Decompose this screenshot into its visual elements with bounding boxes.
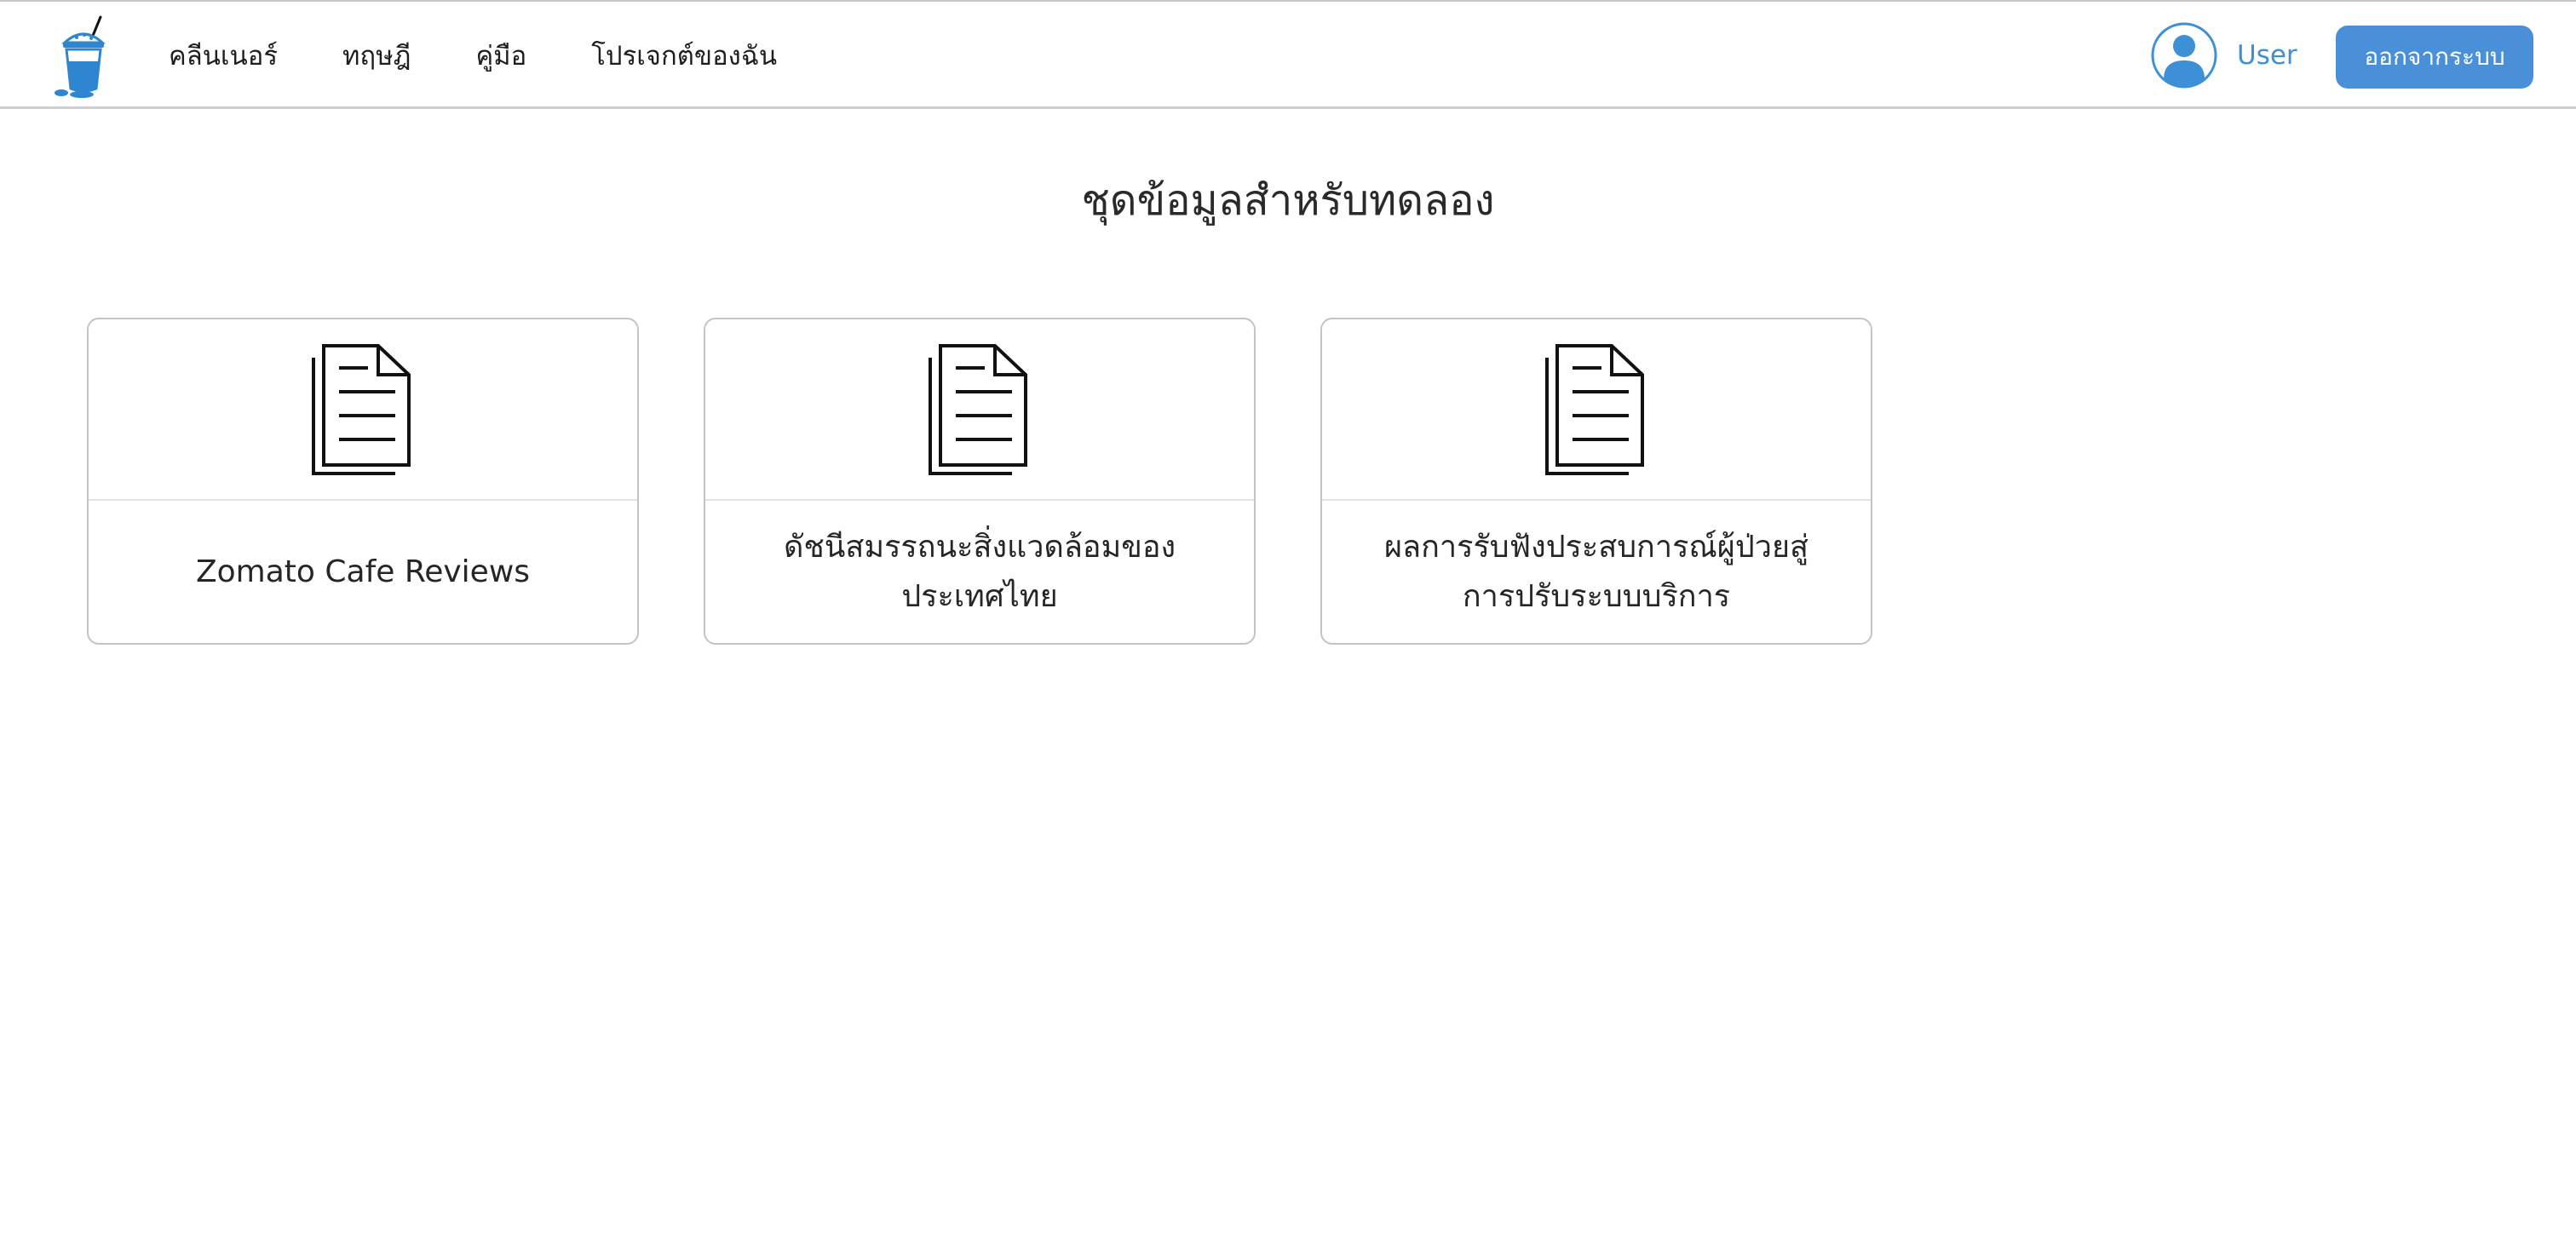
document-icon xyxy=(929,343,1027,475)
user-name: User xyxy=(2237,40,2297,71)
user-avatar-icon xyxy=(2151,22,2217,89)
dataset-card-environment-index[interactable]: ดัชนีสมรรถนะสิ่งแวดล้อมของประเทศไทย xyxy=(704,318,1256,645)
document-icon xyxy=(312,343,411,475)
card-icon-area xyxy=(705,319,1254,501)
card-icon-area xyxy=(1322,319,1871,501)
nav-link-my-projects[interactable]: โปรเจกต์ของฉัน xyxy=(591,34,777,77)
dataset-card-title: ดัชนีสมรรถนะสิ่งแวดล้อมของประเทศไทย xyxy=(783,529,1176,614)
main-nav: คลีนเนอร์ ทฤษฎี คู่มือ โปรเจกต์ของฉัน xyxy=(169,2,842,109)
nav-link-manual[interactable]: คู่มือ xyxy=(475,34,526,77)
logout-button[interactable]: ออกจากระบบ xyxy=(2336,26,2533,89)
user-menu[interactable]: User xyxy=(2150,19,2297,92)
dataset-card-title: Zomato Cafe Reviews xyxy=(195,554,531,589)
nav-link-cleaner[interactable]: คลีนเนอร์ xyxy=(169,34,278,77)
dataset-card-title: ผลการรับฟังประสบการณ์ผู้ป่วยสู่การปรับระ… xyxy=(1383,529,1809,614)
dataset-cards: Zomato Cafe Reviews ดัชนีสมรรถนะสิ่งแวดล… xyxy=(87,318,1937,645)
dataset-card-zomato[interactable]: Zomato Cafe Reviews xyxy=(87,318,639,645)
document-icon xyxy=(1545,343,1644,475)
page-title: ชุดข้อมูลสำหรับทดลอง xyxy=(1081,176,1495,225)
top-navbar: คลีนเนอร์ ทฤษฎี คู่มือ โปรเจกต์ของฉัน Us… xyxy=(0,0,2576,109)
dataset-card-patient-experience[interactable]: ผลการรับฟังประสบการณ์ผู้ป่วยสู่การปรับระ… xyxy=(1320,318,1872,645)
card-icon-area xyxy=(89,319,637,501)
cup-logo-icon[interactable] xyxy=(49,14,118,99)
nav-link-theory[interactable]: ทฤษฎี xyxy=(342,34,411,77)
